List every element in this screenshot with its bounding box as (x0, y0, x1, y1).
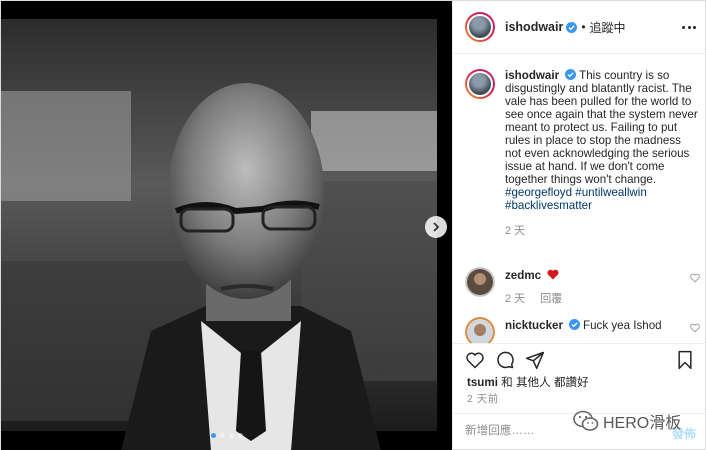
carousel-dot (228, 433, 234, 438)
watermark: HERO滑板 (573, 409, 681, 433)
comment-item: zedmc 2 天 回覆 (465, 267, 700, 306)
likes-rest-text[interactable]: 和 其他人 都讚好 (498, 376, 589, 389)
commenter-username[interactable]: nicktucker (505, 319, 563, 332)
comment-icon[interactable] (495, 350, 515, 370)
heart-icon[interactable] (465, 350, 485, 370)
share-icon[interactable] (525, 350, 545, 370)
watermark-text: HERO滑板 (603, 415, 682, 432)
commenter-username[interactable]: zedmc (505, 269, 541, 282)
likes-summary: tsumi 和 其他人 都讚好 (467, 374, 589, 390)
comment-meta: 2 天 回覆 (505, 290, 700, 306)
red-heart-emoji-icon (547, 269, 559, 280)
carousel-dot (219, 433, 225, 438)
verified-badge-icon (569, 319, 580, 330)
caption-username[interactable]: ishodwair (505, 69, 559, 82)
chevron-right-icon (433, 222, 440, 232)
post-media[interactable] (1, 1, 452, 450)
post-actions-bar (453, 343, 706, 373)
carousel-indicator (1, 433, 452, 438)
more-options-icon[interactable] (682, 21, 696, 33)
caption-text-block: ishodwair This country is so disgustingly… (505, 69, 700, 212)
wechat-logo-icon (573, 410, 599, 431)
post-side-panel: ishodwair • 追蹤中 ishodwair This country is… (452, 1, 706, 450)
next-slide-button[interactable] (425, 216, 447, 238)
hashtag-link[interactable]: #backlivesmatter (505, 199, 592, 212)
post-caption: ishodwair This country is so disgustingly… (465, 69, 700, 238)
carousel-dot (237, 433, 243, 438)
caption-time: 2 天 (505, 225, 526, 237)
author-username[interactable]: ishodwair (505, 20, 563, 34)
verified-badge-icon (565, 69, 577, 80)
post-timestamp[interactable]: 2 天前 (467, 391, 499, 406)
comments-list[interactable]: ishodwair This country is so disgustingly… (453, 55, 706, 343)
hashtag-link[interactable]: #untilweallwin (575, 186, 647, 199)
post-dialog: ishodwair • 追蹤中 ishodwair This country is… (0, 0, 706, 450)
liker-username[interactable]: tsumi (467, 376, 498, 389)
comment-text: zedmc (505, 267, 700, 282)
save-bookmark-icon[interactable] (675, 350, 695, 370)
author-avatar[interactable] (465, 12, 495, 42)
comment-time: 2 天 (505, 293, 526, 305)
reply-button[interactable]: 回覆 (540, 293, 562, 305)
comment-item: nicktucker Fuck yea Ishod (465, 317, 700, 343)
post-photo (1, 1, 452, 450)
caption-text: This country is so disgustingly and blat… (505, 69, 698, 186)
following-button[interactable]: 追蹤中 (590, 19, 626, 36)
commenter-avatar[interactable] (465, 317, 495, 343)
carousel-dot-active (210, 433, 216, 438)
header-separator: • (581, 20, 586, 34)
comment-text: nicktucker Fuck yea Ishod (505, 319, 662, 332)
verified-badge-icon (566, 21, 578, 33)
post-header: ishodwair • 追蹤中 (453, 1, 706, 54)
caption-avatar[interactable] (465, 69, 495, 99)
like-comment-heart-icon[interactable] (690, 273, 700, 283)
hashtag-link[interactable]: #georgefloyd (505, 186, 572, 199)
like-comment-heart-icon[interactable] (690, 323, 700, 333)
commenter-avatar[interactable] (465, 267, 495, 297)
